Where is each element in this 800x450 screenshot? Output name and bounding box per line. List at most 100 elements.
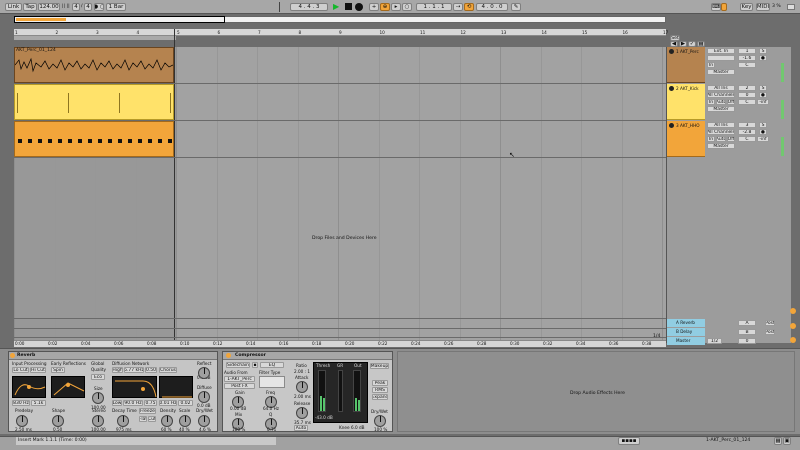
reverb-cut-button[interactable]: Cut bbox=[148, 416, 156, 422]
reverb-size-knob[interactable] bbox=[92, 392, 104, 404]
release-auto-button[interactable]: Auto bbox=[294, 425, 308, 431]
return-a-post[interactable]: Post bbox=[765, 320, 775, 326]
send-kick[interactable]: -inf bbox=[757, 99, 769, 105]
pan-kick[interactable]: C bbox=[738, 99, 756, 105]
reverb-drywet-knob[interactable] bbox=[198, 415, 210, 427]
master-cue[interactable]: 1/2 bbox=[707, 338, 722, 344]
reverb-quality-menu[interactable]: Eco bbox=[91, 374, 105, 380]
monitor-off-hho[interactable]: Off bbox=[727, 136, 735, 142]
track-fold-icon[interactable] bbox=[669, 49, 674, 54]
loop-end-field[interactable]: 4 . 0 . 0 bbox=[476, 3, 508, 11]
sidechain-button[interactable]: Sidechain bbox=[226, 362, 250, 368]
reverb-header[interactable] bbox=[9, 352, 217, 360]
loop-brace[interactable] bbox=[14, 36, 176, 40]
monitor-off-kick[interactable]: Off bbox=[727, 99, 735, 105]
input-channel-perc[interactable] bbox=[707, 55, 735, 61]
arm-kick[interactable]: ● bbox=[759, 92, 767, 98]
input-type-perc[interactable]: Ext. In bbox=[707, 48, 735, 54]
return-a-name[interactable]: A Reverb bbox=[676, 320, 695, 325]
tempo-field[interactable]: 124.00 bbox=[38, 3, 60, 11]
key-map-indicator[interactable] bbox=[721, 3, 727, 11]
solo-perc[interactable]: S bbox=[759, 48, 767, 54]
audio-from-menu[interactable]: 1-AKT_Perc bbox=[224, 376, 255, 382]
draw-mode-button[interactable]: ✎ bbox=[511, 3, 521, 11]
reverb-diffusion-graph[interactable] bbox=[112, 376, 157, 398]
detail-view-toggle-icon[interactable]: ▦ bbox=[774, 437, 782, 445]
ratio-value[interactable]: 2.00 : 1 bbox=[294, 369, 310, 374]
reverb-hi-cut[interactable]: Hi Cut bbox=[30, 367, 46, 373]
record-icon[interactable] bbox=[355, 3, 363, 11]
reverb-scale-knob[interactable] bbox=[179, 415, 191, 427]
return-b-activator[interactable]: B bbox=[738, 329, 756, 335]
monitor-auto-kick[interactable]: Auto bbox=[716, 99, 726, 105]
reverb-freeze-button[interactable]: Freeze bbox=[139, 408, 156, 414]
monitor-perc[interactable]: In bbox=[707, 62, 715, 68]
pan-hho[interactable]: C bbox=[738, 136, 756, 142]
reverb-high-ratio[interactable]: 0.50 bbox=[145, 367, 157, 373]
reverb-lo-cut[interactable]: Lo Cut bbox=[12, 367, 29, 373]
track-fold-icon-kick[interactable] bbox=[669, 86, 674, 91]
reverb-low-freq[interactable]: 90.0 Hz bbox=[123, 400, 143, 406]
audio-from-position[interactable]: Post FX bbox=[224, 383, 255, 389]
tap-button[interactable]: Tap bbox=[23, 3, 37, 11]
solo-kick[interactable]: S bbox=[759, 85, 767, 91]
reverb-density-knob[interactable] bbox=[161, 415, 173, 427]
arm-hho[interactable]: ● bbox=[759, 129, 767, 135]
track-name-kick[interactable]: 2 AKT_Kick bbox=[676, 86, 699, 91]
input-type-hho[interactable]: All Ins bbox=[707, 122, 735, 128]
input-channel-kick[interactable]: All Channels bbox=[707, 92, 735, 98]
expand-mode-button[interactable]: Expand bbox=[372, 394, 388, 400]
track-name-hho[interactable]: 3 AKT_HHO bbox=[676, 123, 700, 128]
output-perc[interactable]: Master bbox=[707, 69, 735, 75]
monitor-auto-hho[interactable]: Auto bbox=[716, 136, 726, 142]
return-a-activator[interactable]: A bbox=[738, 320, 756, 326]
reverb-decay-knob[interactable] bbox=[117, 415, 129, 427]
arm-perc[interactable]: ● bbox=[759, 55, 767, 61]
return-b-name[interactable]: B Delay bbox=[676, 329, 692, 334]
time-ruler[interactable] bbox=[14, 340, 666, 347]
reverb-diffuse-knob[interactable] bbox=[198, 391, 210, 403]
reverb-chorus-button[interactable]: Chorus bbox=[159, 367, 177, 373]
master-volume[interactable]: 0 bbox=[738, 338, 756, 344]
play-icon[interactable]: ▶ bbox=[333, 2, 339, 11]
reverb-shape-knob[interactable] bbox=[52, 415, 64, 427]
midi-map-button[interactable]: MIDI bbox=[756, 3, 770, 11]
reverb-predelay-knob[interactable] bbox=[16, 415, 28, 427]
signature-denominator[interactable]: 4 bbox=[84, 3, 92, 11]
computer-midi-keyboard-button[interactable]: ⌨ bbox=[711, 3, 721, 11]
track-fold-icon-hho[interactable] bbox=[669, 123, 674, 128]
reverb-high-freq[interactable]: 5.77 kHz bbox=[124, 367, 144, 373]
knee-value[interactable]: 6.0 dB bbox=[351, 425, 365, 430]
compressor-drywet-knob[interactable] bbox=[374, 415, 386, 427]
monitor-hho[interactable]: In bbox=[707, 136, 715, 142]
input-type-kick[interactable]: All Ins bbox=[707, 85, 735, 91]
reverb-chorus-graph[interactable] bbox=[159, 376, 193, 398]
output-kick[interactable]: Master bbox=[707, 106, 735, 112]
peak-mode-button[interactable]: Peak bbox=[372, 380, 388, 386]
master-name[interactable]: Master bbox=[676, 338, 690, 343]
re-enable-automation-button[interactable]: ▸ bbox=[391, 3, 401, 11]
key-map-button[interactable]: Key bbox=[740, 3, 753, 11]
compressor-activator-icon[interactable] bbox=[226, 353, 231, 358]
reverb-high-button[interactable]: High bbox=[112, 367, 123, 373]
quantize-menu[interactable]: 1 Bar bbox=[106, 3, 126, 11]
pan-perc[interactable]: C bbox=[738, 62, 756, 68]
reverb-chorus-amount[interactable]: 0.02 bbox=[178, 400, 193, 406]
rms-mode-button[interactable]: RMS bbox=[372, 387, 388, 393]
overdub-button[interactable]: + bbox=[369, 3, 379, 11]
volume-hho[interactable]: -2.8 bbox=[738, 129, 756, 135]
reverb-early-graph[interactable] bbox=[51, 376, 85, 398]
session-record-button[interactable]: ○ bbox=[402, 3, 412, 11]
reverb-low-ratio[interactable]: 0.75 bbox=[144, 400, 157, 406]
reverb-lo-freq[interactable]: 830 Hz bbox=[12, 400, 30, 406]
reverb-low-button[interactable]: Low bbox=[112, 400, 122, 406]
reverb-chorus-rate[interactable]: 0.01 Hz bbox=[159, 400, 177, 406]
reverb-reflect-knob[interactable] bbox=[198, 367, 210, 379]
reverb-hi-freq[interactable]: 5.1k bbox=[31, 400, 46, 406]
device-view-toggle-icon[interactable]: ▣ bbox=[783, 437, 791, 445]
makeup-button[interactable]: Makeup bbox=[370, 363, 389, 369]
follow-button[interactable]: ⇢ bbox=[453, 3, 463, 11]
scroll-dots[interactable] bbox=[790, 308, 796, 343]
arrangement-position[interactable]: 4 . 4 . 3 bbox=[290, 3, 328, 11]
solo-hho[interactable]: S bbox=[759, 122, 767, 128]
